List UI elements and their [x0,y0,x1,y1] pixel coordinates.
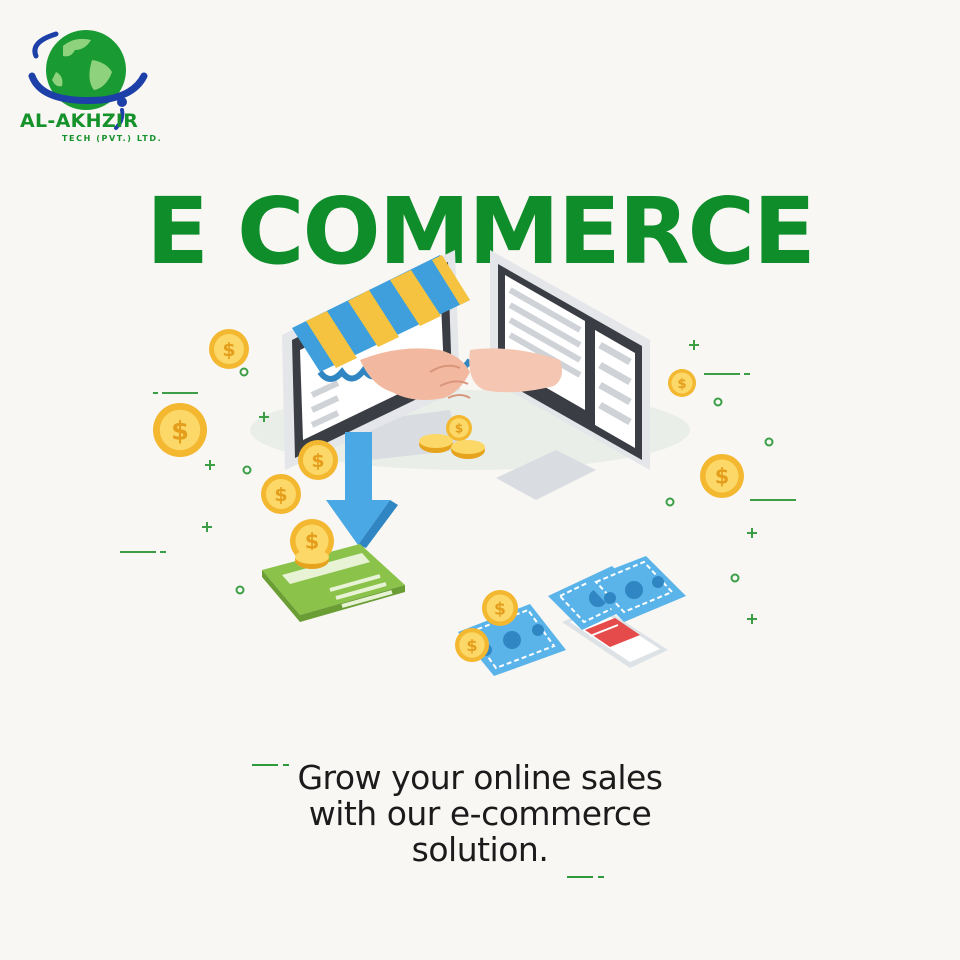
tagline-line-3: solution. [411,830,549,869]
credit-card-icon [262,544,405,622]
ad-poster: AL-AKHZIR TECH (PVT.) LTD. E COMMERCE $ [0,0,960,960]
dash-decoration [598,876,604,878]
tagline: Grow your online sales with our e-commer… [200,760,760,868]
tagline-line-2: with our e-commerce [308,794,652,833]
dash-decoration [283,764,289,766]
dash-decoration [567,876,593,878]
dash-decoration [252,764,278,766]
